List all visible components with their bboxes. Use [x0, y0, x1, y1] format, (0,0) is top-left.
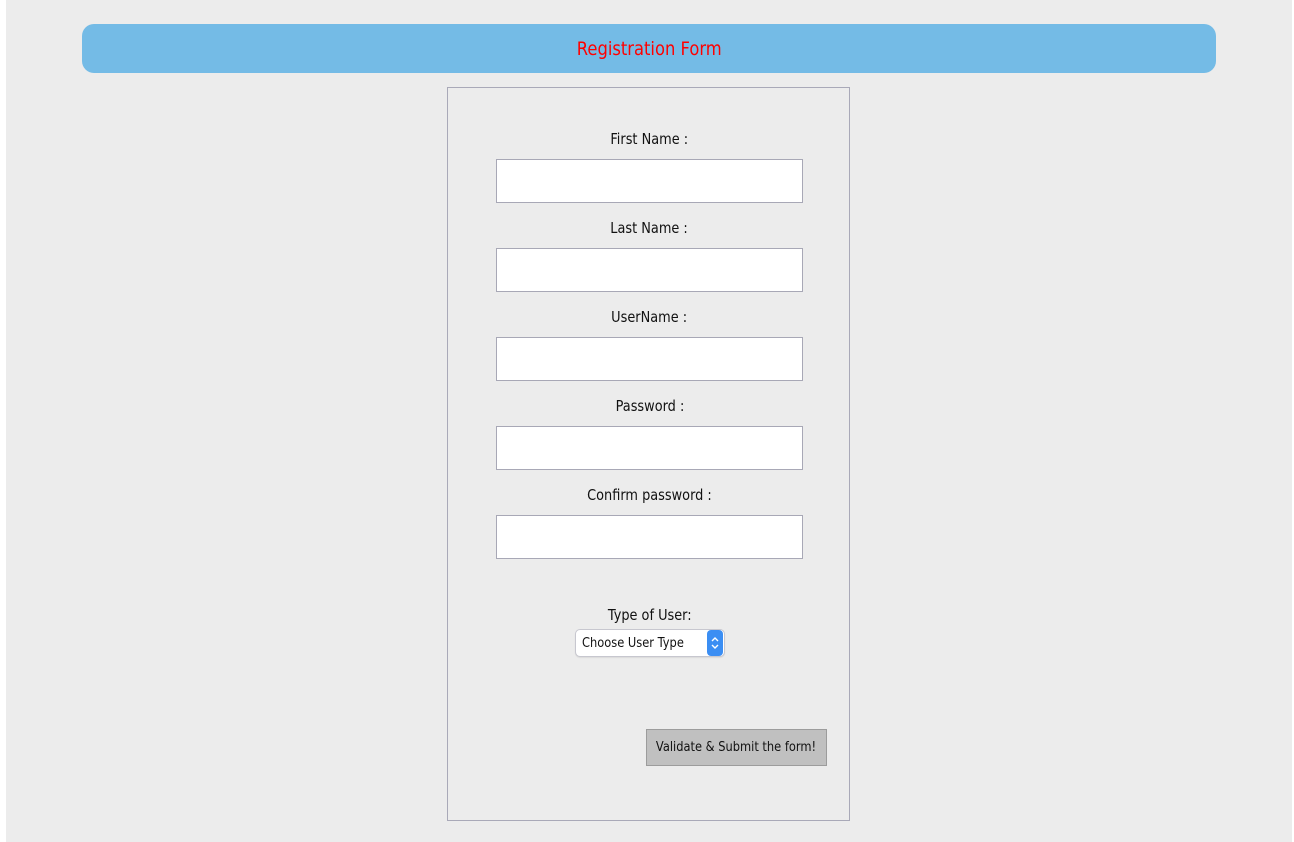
last-name-label: Last Name : — [610, 219, 689, 237]
username-label: UserName : — [611, 308, 688, 326]
header-bar: Registration Form — [82, 24, 1216, 73]
page-title: Registration Form — [576, 37, 722, 60]
last-name-input[interactable] — [496, 248, 803, 292]
submit-button[interactable]: Validate & Submit the form! — [646, 729, 827, 766]
first-name-input[interactable] — [496, 159, 803, 203]
confirm-password-input[interactable] — [496, 515, 803, 559]
confirm-password-label: Confirm password : — [587, 486, 712, 504]
first-name-label: First Name : — [610, 130, 689, 148]
registration-form: First Name : Last Name : UserName : Pass… — [447, 87, 850, 821]
page-background: Registration Form First Name : Last Name… — [6, 0, 1292, 842]
user-type-selected-value: Choose User Type — [582, 635, 684, 651]
password-label: Password : — [615, 397, 684, 415]
password-input[interactable] — [496, 426, 803, 470]
up-down-chevron-icon — [707, 630, 723, 656]
user-type-select[interactable]: Choose User Type — [575, 629, 725, 657]
username-input[interactable] — [496, 337, 803, 381]
user-type-label: Type of User: — [607, 606, 692, 624]
